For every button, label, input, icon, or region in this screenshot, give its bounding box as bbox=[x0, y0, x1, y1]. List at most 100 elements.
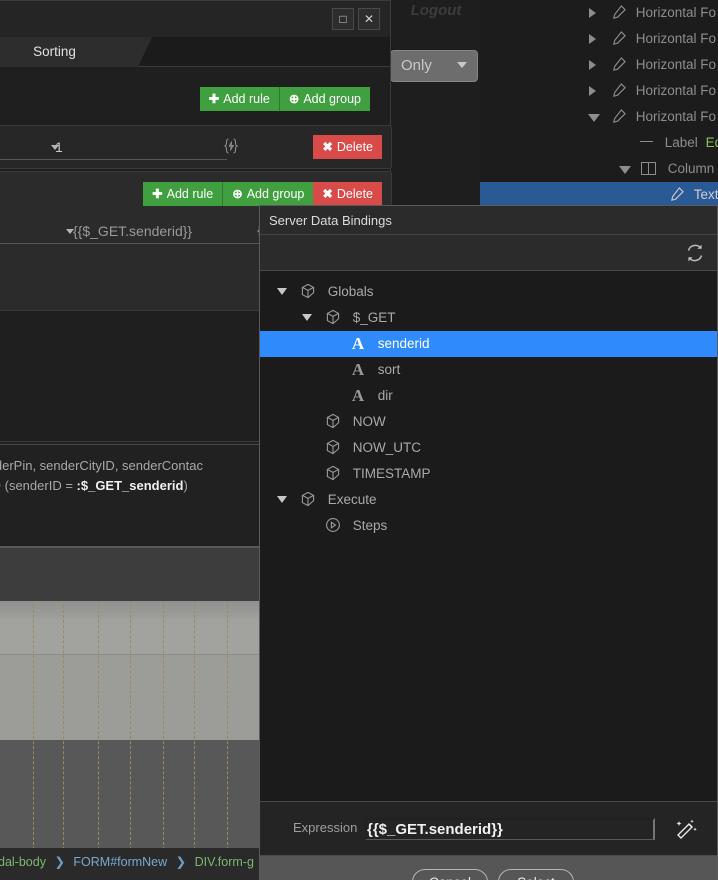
pencil-icon bbox=[611, 81, 626, 97]
filter-select-value: Only bbox=[401, 57, 432, 74]
bindings-tree-row-senderid[interactable]: A senderid bbox=[260, 331, 717, 357]
breadcrumb-separator-0: ❯ bbox=[54, 855, 65, 869]
rule-value-text: 1 bbox=[55, 139, 63, 155]
bindings-tree-label: senderid bbox=[377, 336, 430, 351]
tree-row-column[interactable]: Column bbox=[480, 156, 718, 182]
bindings-tree-row-now-utc[interactable]: NOW_UTC bbox=[260, 435, 717, 461]
sql-line-1: rAdd3, senderPin, senderCityID, senderCo… bbox=[0, 458, 203, 473]
bindings-tree-row-steps[interactable]: Steps bbox=[260, 513, 717, 539]
bindings-tree-row-timestamp[interactable]: TIMESTAMP bbox=[260, 461, 717, 487]
bindings-tree-label: dir bbox=[377, 388, 393, 403]
refresh-icon[interactable] bbox=[683, 241, 707, 265]
rule-row-panel: 1 ✖ Delete bbox=[0, 125, 392, 169]
dash-icon bbox=[640, 141, 653, 142]
play-icon bbox=[325, 516, 341, 532]
string-type-icon: A bbox=[351, 334, 365, 353]
group-delete-button[interactable]: ✖ Delete bbox=[313, 182, 382, 206]
circle-plus-icon: ⊕ bbox=[288, 92, 300, 106]
close-icon[interactable]: ✕ bbox=[358, 8, 380, 30]
plus-icon: ✚ bbox=[152, 187, 163, 201]
page-grid-columns bbox=[0, 600, 263, 850]
cube-icon bbox=[325, 308, 341, 325]
tree-row-label-edit[interactable]: Label Edi bbox=[480, 130, 718, 156]
tree-row-horizontal-form-3[interactable]: Horizontal Fo bbox=[480, 52, 718, 78]
breadcrumb-item-1[interactable]: FORM#formNew bbox=[73, 855, 167, 869]
column-icon bbox=[641, 162, 656, 175]
expression-input[interactable] bbox=[365, 818, 655, 840]
sql-preview: rAdd3, senderPin, senderCityID, senderCo… bbox=[0, 441, 263, 546]
chevron-right-icon[interactable] bbox=[589, 86, 596, 96]
group-rule-field-select[interactable] bbox=[0, 220, 80, 244]
rule-value-input[interactable]: 1 bbox=[55, 136, 227, 160]
bindings-tree-label: Steps bbox=[352, 518, 388, 533]
chevron-right-icon[interactable] bbox=[589, 8, 596, 18]
server-data-bindings-dialog: Server Data Bindings Globals $_GET A sen… bbox=[259, 205, 718, 880]
sorting-dialog-footer bbox=[0, 547, 263, 601]
sql-seg-4: :$_GET_senderid bbox=[76, 478, 184, 493]
select-button[interactable]: Select bbox=[498, 869, 574, 880]
tree-row-label: Horizontal Fo bbox=[635, 109, 717, 124]
pencil-icon bbox=[611, 107, 626, 123]
top-button-group: ✚ Add rule ⊕ Add group bbox=[199, 87, 370, 111]
bindings-tree-label: sort bbox=[377, 362, 401, 377]
tree-row-horizontal-form-5[interactable]: Horizontal Fo bbox=[480, 104, 718, 130]
bindings-tree-row-execute[interactable]: Execute bbox=[260, 487, 717, 513]
sorting-dialog-tabstrip: Sorting bbox=[0, 37, 390, 67]
tree-row-horizontal-form-1[interactable]: Horizontal Fo bbox=[480, 0, 718, 26]
bindings-tree-row-globals[interactable]: Globals bbox=[260, 279, 717, 305]
magic-wand-icon[interactable] bbox=[673, 817, 699, 843]
delete-rule-button[interactable]: ✖ Delete bbox=[313, 135, 382, 159]
bindings-tree: Globals $_GET A senderid A sort A dir NO… bbox=[260, 271, 717, 801]
bindings-tree-label: TIMESTAMP bbox=[352, 466, 431, 481]
string-type-icon: A bbox=[351, 386, 365, 405]
chevron-down-icon[interactable] bbox=[588, 114, 600, 122]
chevron-right-icon[interactable] bbox=[589, 34, 596, 44]
x-icon: ✖ bbox=[322, 140, 333, 154]
pencil-icon bbox=[611, 55, 626, 71]
dialog-title: Server Data Bindings bbox=[260, 206, 717, 235]
chevron-down-icon[interactable] bbox=[619, 166, 631, 174]
breadcrumb-item-2[interactable]: DIV.form-g bbox=[195, 855, 254, 869]
chevron-down-icon[interactable] bbox=[277, 496, 287, 503]
cube-icon bbox=[300, 282, 316, 299]
expression-brace-icon[interactable] bbox=[222, 137, 240, 159]
component-tree-panel: Horizontal Fo Horizontal Fo Horizontal F… bbox=[480, 0, 718, 208]
bindings-tree-label: Globals bbox=[327, 284, 374, 299]
expression-label: Expression bbox=[293, 820, 358, 835]
filter-select[interactable]: Only bbox=[390, 50, 478, 82]
cancel-button[interactable]: Cancel bbox=[412, 869, 488, 880]
bindings-tree-row-get[interactable]: $_GET bbox=[260, 305, 717, 331]
cube-icon bbox=[325, 412, 341, 429]
chevron-down-icon[interactable] bbox=[277, 288, 287, 295]
dialog-footer: Cancel Select bbox=[260, 856, 717, 880]
tree-row-horizontal-form-4[interactable]: Horizontal Fo bbox=[480, 78, 718, 104]
expression-bar: Expression bbox=[260, 801, 717, 856]
pencil-icon bbox=[669, 185, 684, 201]
tree-row-label: Label bbox=[664, 135, 698, 150]
bindings-tree-row-now[interactable]: NOW bbox=[260, 409, 717, 435]
group-rule-value-input[interactable]: {{$_GET.senderid}} bbox=[73, 220, 263, 244]
chevron-right-icon[interactable] bbox=[589, 60, 596, 70]
group-button-group: ✚ Add rule ⊕ Add group ✖ Delete bbox=[143, 182, 382, 206]
tree-row-label: Horizontal Fo bbox=[635, 83, 717, 98]
tab-sorting[interactable]: Sorting bbox=[0, 37, 152, 67]
add-group-button[interactable]: ⊕ Add group bbox=[278, 87, 370, 111]
group-rule-value-text: {{$_GET.senderid}} bbox=[73, 223, 193, 239]
tree-row-label: Horizontal Fo bbox=[635, 31, 717, 46]
cube-icon bbox=[300, 490, 316, 507]
sql-seg-3: (senderID = bbox=[1, 478, 77, 493]
chevron-down-icon[interactable] bbox=[302, 314, 312, 321]
chevron-down-icon bbox=[457, 62, 467, 68]
maximize-icon[interactable]: □ bbox=[332, 8, 354, 30]
add-rule-button[interactable]: ✚ Add rule bbox=[199, 87, 279, 111]
tree-row-label-suffix: Edi bbox=[705, 135, 718, 150]
tree-row-horizontal-form-2[interactable]: Horizontal Fo bbox=[480, 26, 718, 52]
group-add-rule-button[interactable]: ✚ Add rule bbox=[143, 182, 223, 206]
group-add-group-button[interactable]: ⊕ Add group bbox=[222, 182, 314, 206]
bindings-tree-row-sort[interactable]: A sort bbox=[260, 357, 717, 383]
breadcrumb-item-0[interactable]: dal-body bbox=[0, 855, 46, 869]
bindings-tree-row-dir[interactable]: A dir bbox=[260, 383, 717, 409]
breadcrumb-separator-1: ❯ bbox=[175, 855, 187, 869]
sorting-dialog-titlebar: □ ✕ bbox=[0, 1, 390, 37]
bindings-tree-label: $_GET bbox=[352, 310, 396, 325]
